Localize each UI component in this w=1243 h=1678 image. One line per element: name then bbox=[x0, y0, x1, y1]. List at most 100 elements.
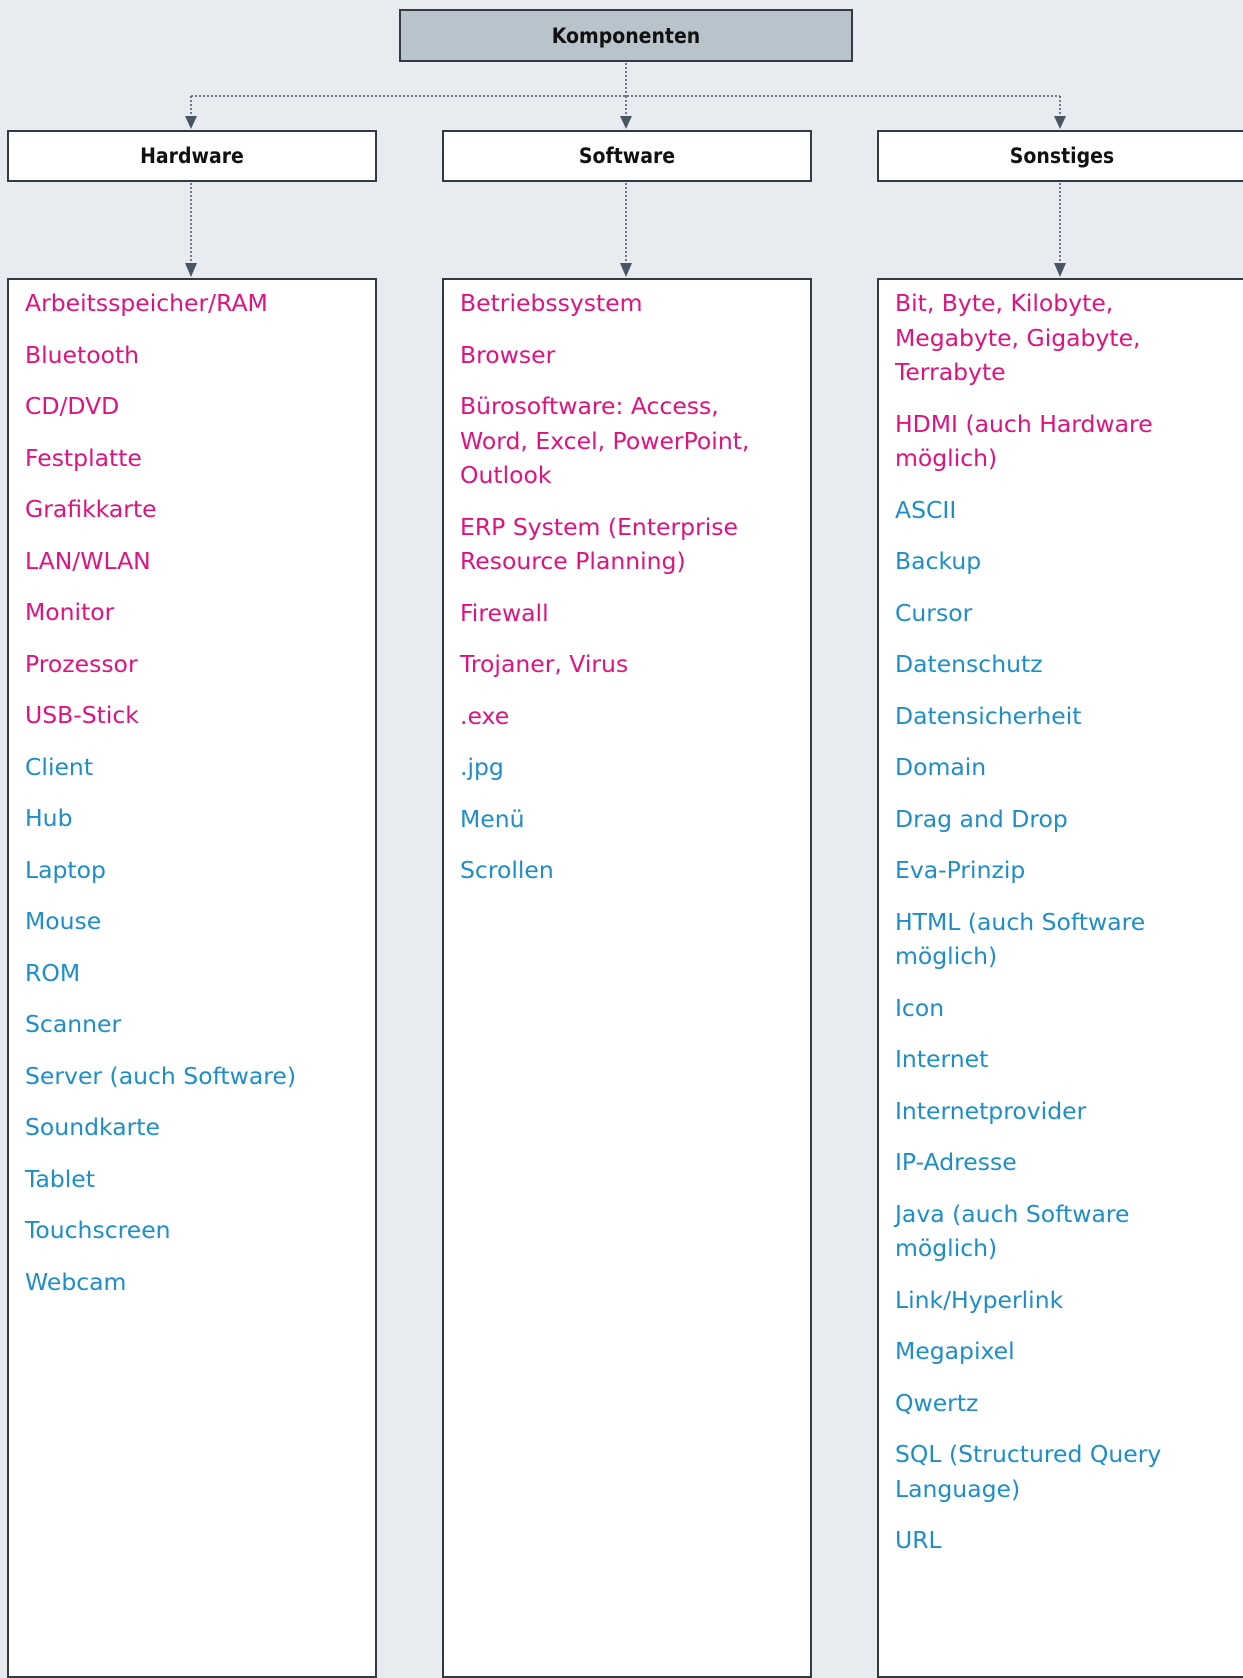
category-sonstiges: Sonstiges bbox=[877, 130, 1243, 182]
list-item-line: Arbeitsspeicher/RAM bbox=[25, 289, 268, 317]
root-label: Komponenten bbox=[551, 23, 701, 48]
list-item-line: Mouse bbox=[25, 907, 102, 935]
category-sonstiges-label: Sonstiges bbox=[1009, 144, 1115, 168]
list-item-line: CD/DVD bbox=[25, 392, 120, 420]
category-hardware: Hardware bbox=[7, 130, 377, 182]
list-item-backup: Backup bbox=[895, 544, 981, 579]
list-item-line: Eva-Prinzip bbox=[895, 856, 1026, 884]
list-item-eva-prinzip: Eva-Prinzip bbox=[895, 853, 1025, 888]
list-item-line: Internetprovider bbox=[895, 1096, 1087, 1125]
arrow-head-icon bbox=[1054, 116, 1066, 129]
list-item-line: Scrollen bbox=[460, 856, 554, 884]
list-item-datensicherheit: Datensicherheit bbox=[895, 699, 1081, 734]
list-item-line: Festplatte bbox=[25, 443, 142, 472]
list-item-line: Tablet bbox=[25, 1164, 95, 1193]
list-item-betriebssystem: Betriebssystem bbox=[460, 286, 643, 321]
list-item-line: Trojaner, Virus bbox=[460, 650, 629, 678]
list-item-line: Domain bbox=[895, 753, 987, 781]
list-item-line: HDMI (auch Hardware bbox=[895, 409, 1153, 438]
list-item-mouse: Mouse bbox=[25, 904, 101, 939]
list-item-line: Bürosoftware: Access, bbox=[460, 392, 719, 420]
list-item-line: Monitor bbox=[25, 598, 115, 626]
list-item-line: Datenschutz bbox=[895, 650, 1043, 678]
list-item-datenschutz: Datenschutz bbox=[895, 647, 1043, 682]
list-item-ip-adresse: IP-Adresse bbox=[895, 1145, 1017, 1180]
list-item-line: Resource Planning) bbox=[460, 547, 686, 575]
list-item-link-hyperlink: Link/Hyperlink bbox=[895, 1283, 1063, 1318]
list-item-line: Hub bbox=[25, 804, 73, 832]
list-item-line: Link/Hyperlink bbox=[895, 1285, 1064, 1314]
list-item-line: Bit, Byte, Kilobyte, bbox=[895, 289, 1114, 317]
arrow-head-icon bbox=[185, 116, 197, 129]
list-item-festplatte: Festplatte bbox=[25, 441, 142, 476]
list-item-line: Webcam bbox=[25, 1267, 127, 1296]
list-item-line: Touchscreen bbox=[25, 1216, 171, 1244]
list-item-grafikkarte: Grafikkarte bbox=[25, 492, 157, 527]
arrow-head-icon bbox=[1054, 263, 1066, 277]
list-item-line: möglich) bbox=[895, 942, 998, 970]
category-software: Software bbox=[442, 130, 812, 182]
list-item-trojaner-virus: Trojaner, Virus bbox=[460, 647, 628, 682]
list-item-bit-byte-kilobyte: Bit, Byte, Kilobyte, Megabyte, Gigabyte, T… bbox=[895, 286, 1141, 390]
list-item-cursor: Cursor bbox=[895, 596, 972, 631]
list-item-client: Client bbox=[25, 750, 93, 785]
list-item-line: Language) bbox=[895, 1474, 1021, 1503]
list-item-line: ASCII bbox=[895, 495, 957, 524]
list-item-line: .jpg bbox=[460, 753, 504, 781]
list-item-hub: Hub bbox=[25, 801, 72, 836]
list-item-line: Laptop bbox=[25, 855, 106, 884]
list-item-menü: Menü bbox=[460, 802, 525, 837]
list-item-line: SQL (Structured Query bbox=[895, 1440, 1162, 1468]
list-item-line: Terrabyte bbox=[895, 358, 1006, 386]
sonstiges-item-list: Bit, Byte, Kilobyte, Megabyte, Gigabyte, T… bbox=[877, 278, 1243, 1678]
list-item-internet: Internet bbox=[895, 1042, 988, 1077]
list-item-hdmi-auch-hardware: HDMI (auch Hardware möglich) bbox=[895, 407, 1153, 476]
list-item-arbeitsspeicher-ram: Arbeitsspeicher/RAM bbox=[25, 286, 268, 321]
list-item-line: Grafikkarte bbox=[25, 495, 157, 523]
list-item-line: Bluetooth bbox=[25, 340, 140, 369]
list-item-ascii: ASCII bbox=[895, 493, 956, 528]
list-item-line: Betriebssystem bbox=[460, 289, 643, 317]
list-item-line: IP-Adresse bbox=[895, 1148, 1017, 1176]
list-item-line: Icon bbox=[895, 993, 945, 1022]
list-item-sql-structured-query: SQL (Structured Query Language) bbox=[895, 1437, 1161, 1506]
list-item-scrollen: Scrollen bbox=[460, 853, 554, 888]
list-item-rom: ROM bbox=[25, 956, 80, 991]
list-item-line: USB-Stick bbox=[25, 701, 139, 729]
list-item-laptop: Laptop bbox=[25, 853, 106, 888]
arrow-head-icon bbox=[620, 263, 632, 277]
list-item-bluetooth: Bluetooth bbox=[25, 338, 139, 373]
list-item-browser: Browser bbox=[460, 338, 555, 373]
list-item-domain: Domain bbox=[895, 750, 986, 785]
list-item-line: Megapixel bbox=[895, 1337, 1015, 1365]
list-item-lan-wlan: LAN/WLAN bbox=[25, 544, 151, 579]
list-item-line: Server (auch Software) bbox=[25, 1061, 297, 1090]
list-item-line: Internet bbox=[895, 1045, 989, 1073]
list-item-icon: Icon bbox=[895, 991, 944, 1026]
hardware-item-list: Arbeitsspeicher/RAM Bluetooth CD/DVD Festpl… bbox=[7, 278, 377, 1678]
list-item-internetprovider: Internetprovider bbox=[895, 1094, 1086, 1129]
list-item-line: Datensicherheit bbox=[895, 701, 1082, 730]
list-item-line: Firewall bbox=[460, 598, 549, 627]
list-item-line: Cursor bbox=[895, 598, 973, 627]
list-item-line: HTML (auch Software bbox=[895, 907, 1146, 936]
list-item-jpg: .jpg bbox=[460, 750, 504, 785]
list-item-line: Scanner bbox=[25, 1010, 122, 1038]
list-item-line: möglich) bbox=[895, 1234, 998, 1262]
list-item-line: Prozessor bbox=[25, 649, 138, 678]
category-hardware-label: Hardware bbox=[140, 144, 244, 168]
list-item-line: Menü bbox=[460, 804, 525, 833]
list-item-prozessor: Prozessor bbox=[25, 647, 138, 682]
list-item-line: LAN/WLAN bbox=[25, 546, 151, 575]
list-item-line: Client bbox=[25, 752, 94, 781]
list-item-webcam: Webcam bbox=[25, 1265, 126, 1300]
list-item-firewall: Firewall bbox=[460, 596, 549, 631]
list-item-touchscreen: Touchscreen bbox=[25, 1213, 171, 1248]
list-item-megapixel: Megapixel bbox=[895, 1334, 1015, 1369]
list-item-line: ERP System (Enterprise bbox=[460, 512, 738, 541]
list-item-usb-stick: USB-Stick bbox=[25, 698, 139, 733]
list-item-qwertz: Qwertz bbox=[895, 1386, 978, 1421]
list-item-line: Qwertz bbox=[895, 1388, 979, 1417]
list-item-line: Outlook bbox=[460, 461, 552, 489]
list-item-line: möglich) bbox=[895, 444, 998, 472]
